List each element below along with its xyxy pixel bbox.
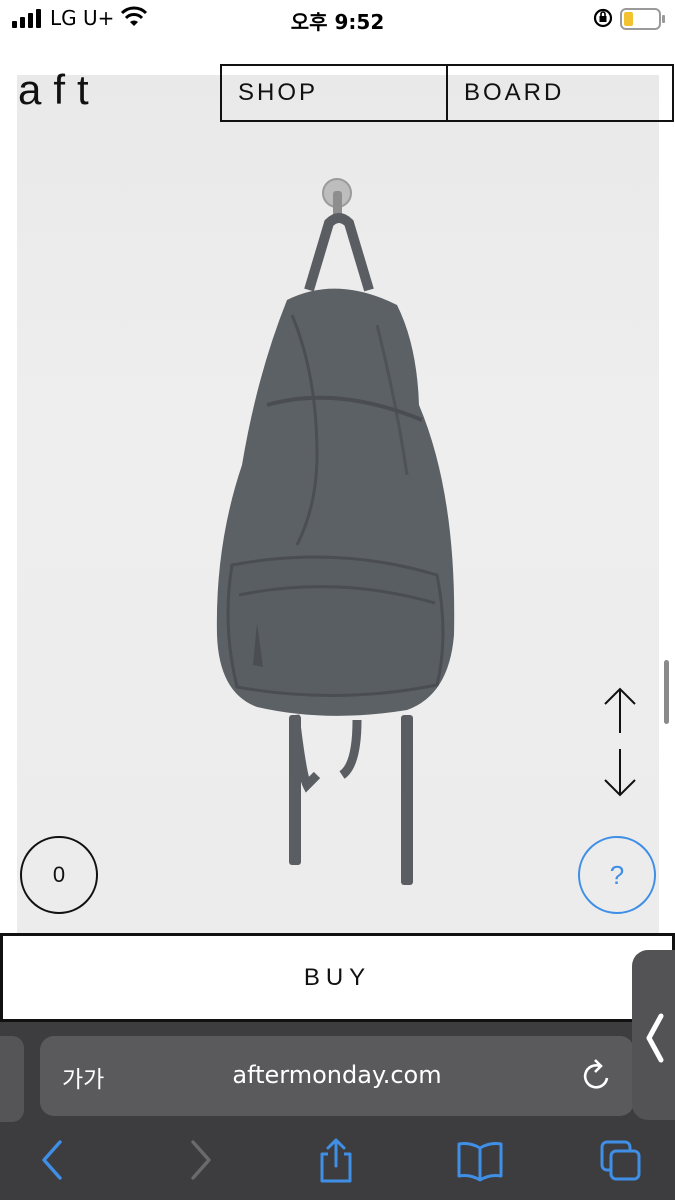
main-nav: SHOP BOARD [220, 64, 674, 122]
reload-icon[interactable] [580, 1056, 614, 1094]
scroll-down-arrow-icon[interactable] [600, 747, 640, 799]
clock: 오후 9:52 [290, 10, 385, 34]
buy-button[interactable]: BUY [0, 933, 675, 1022]
forward-icon[interactable] [185, 1138, 215, 1182]
cart-count-button[interactable]: 0 [20, 836, 98, 914]
battery-icon [620, 8, 665, 30]
product-image [17, 75, 659, 935]
page: LG U+ 오후 9:52 aft SHOP BOARD 0 ? BUY 가가 … [0, 0, 675, 1200]
status-bar: LG U+ 오후 9:52 [0, 0, 675, 38]
scrollbar-thumb[interactable] [664, 660, 669, 724]
browser-toolbar [0, 1120, 675, 1200]
backpack-image [216, 178, 455, 885]
url-label: aftermonday.com [232, 1061, 442, 1089]
nav-shop[interactable]: SHOP [222, 66, 446, 120]
nav-board[interactable]: BOARD [446, 66, 672, 120]
help-button[interactable]: ? [578, 836, 656, 914]
bookmarks-icon[interactable] [456, 1138, 504, 1182]
back-icon[interactable] [38, 1138, 68, 1182]
address-bar[interactable]: 가가 aftermonday.com [40, 1036, 634, 1116]
previous-tab-edge[interactable] [0, 1036, 24, 1122]
site-logo[interactable]: aft [18, 66, 101, 114]
share-icon[interactable] [316, 1138, 356, 1184]
orientation-lock-icon [593, 8, 613, 28]
tabs-icon[interactable] [598, 1138, 644, 1184]
chevron-left-icon[interactable] [641, 1010, 667, 1066]
scroll-up-arrow-icon[interactable] [600, 685, 640, 737]
